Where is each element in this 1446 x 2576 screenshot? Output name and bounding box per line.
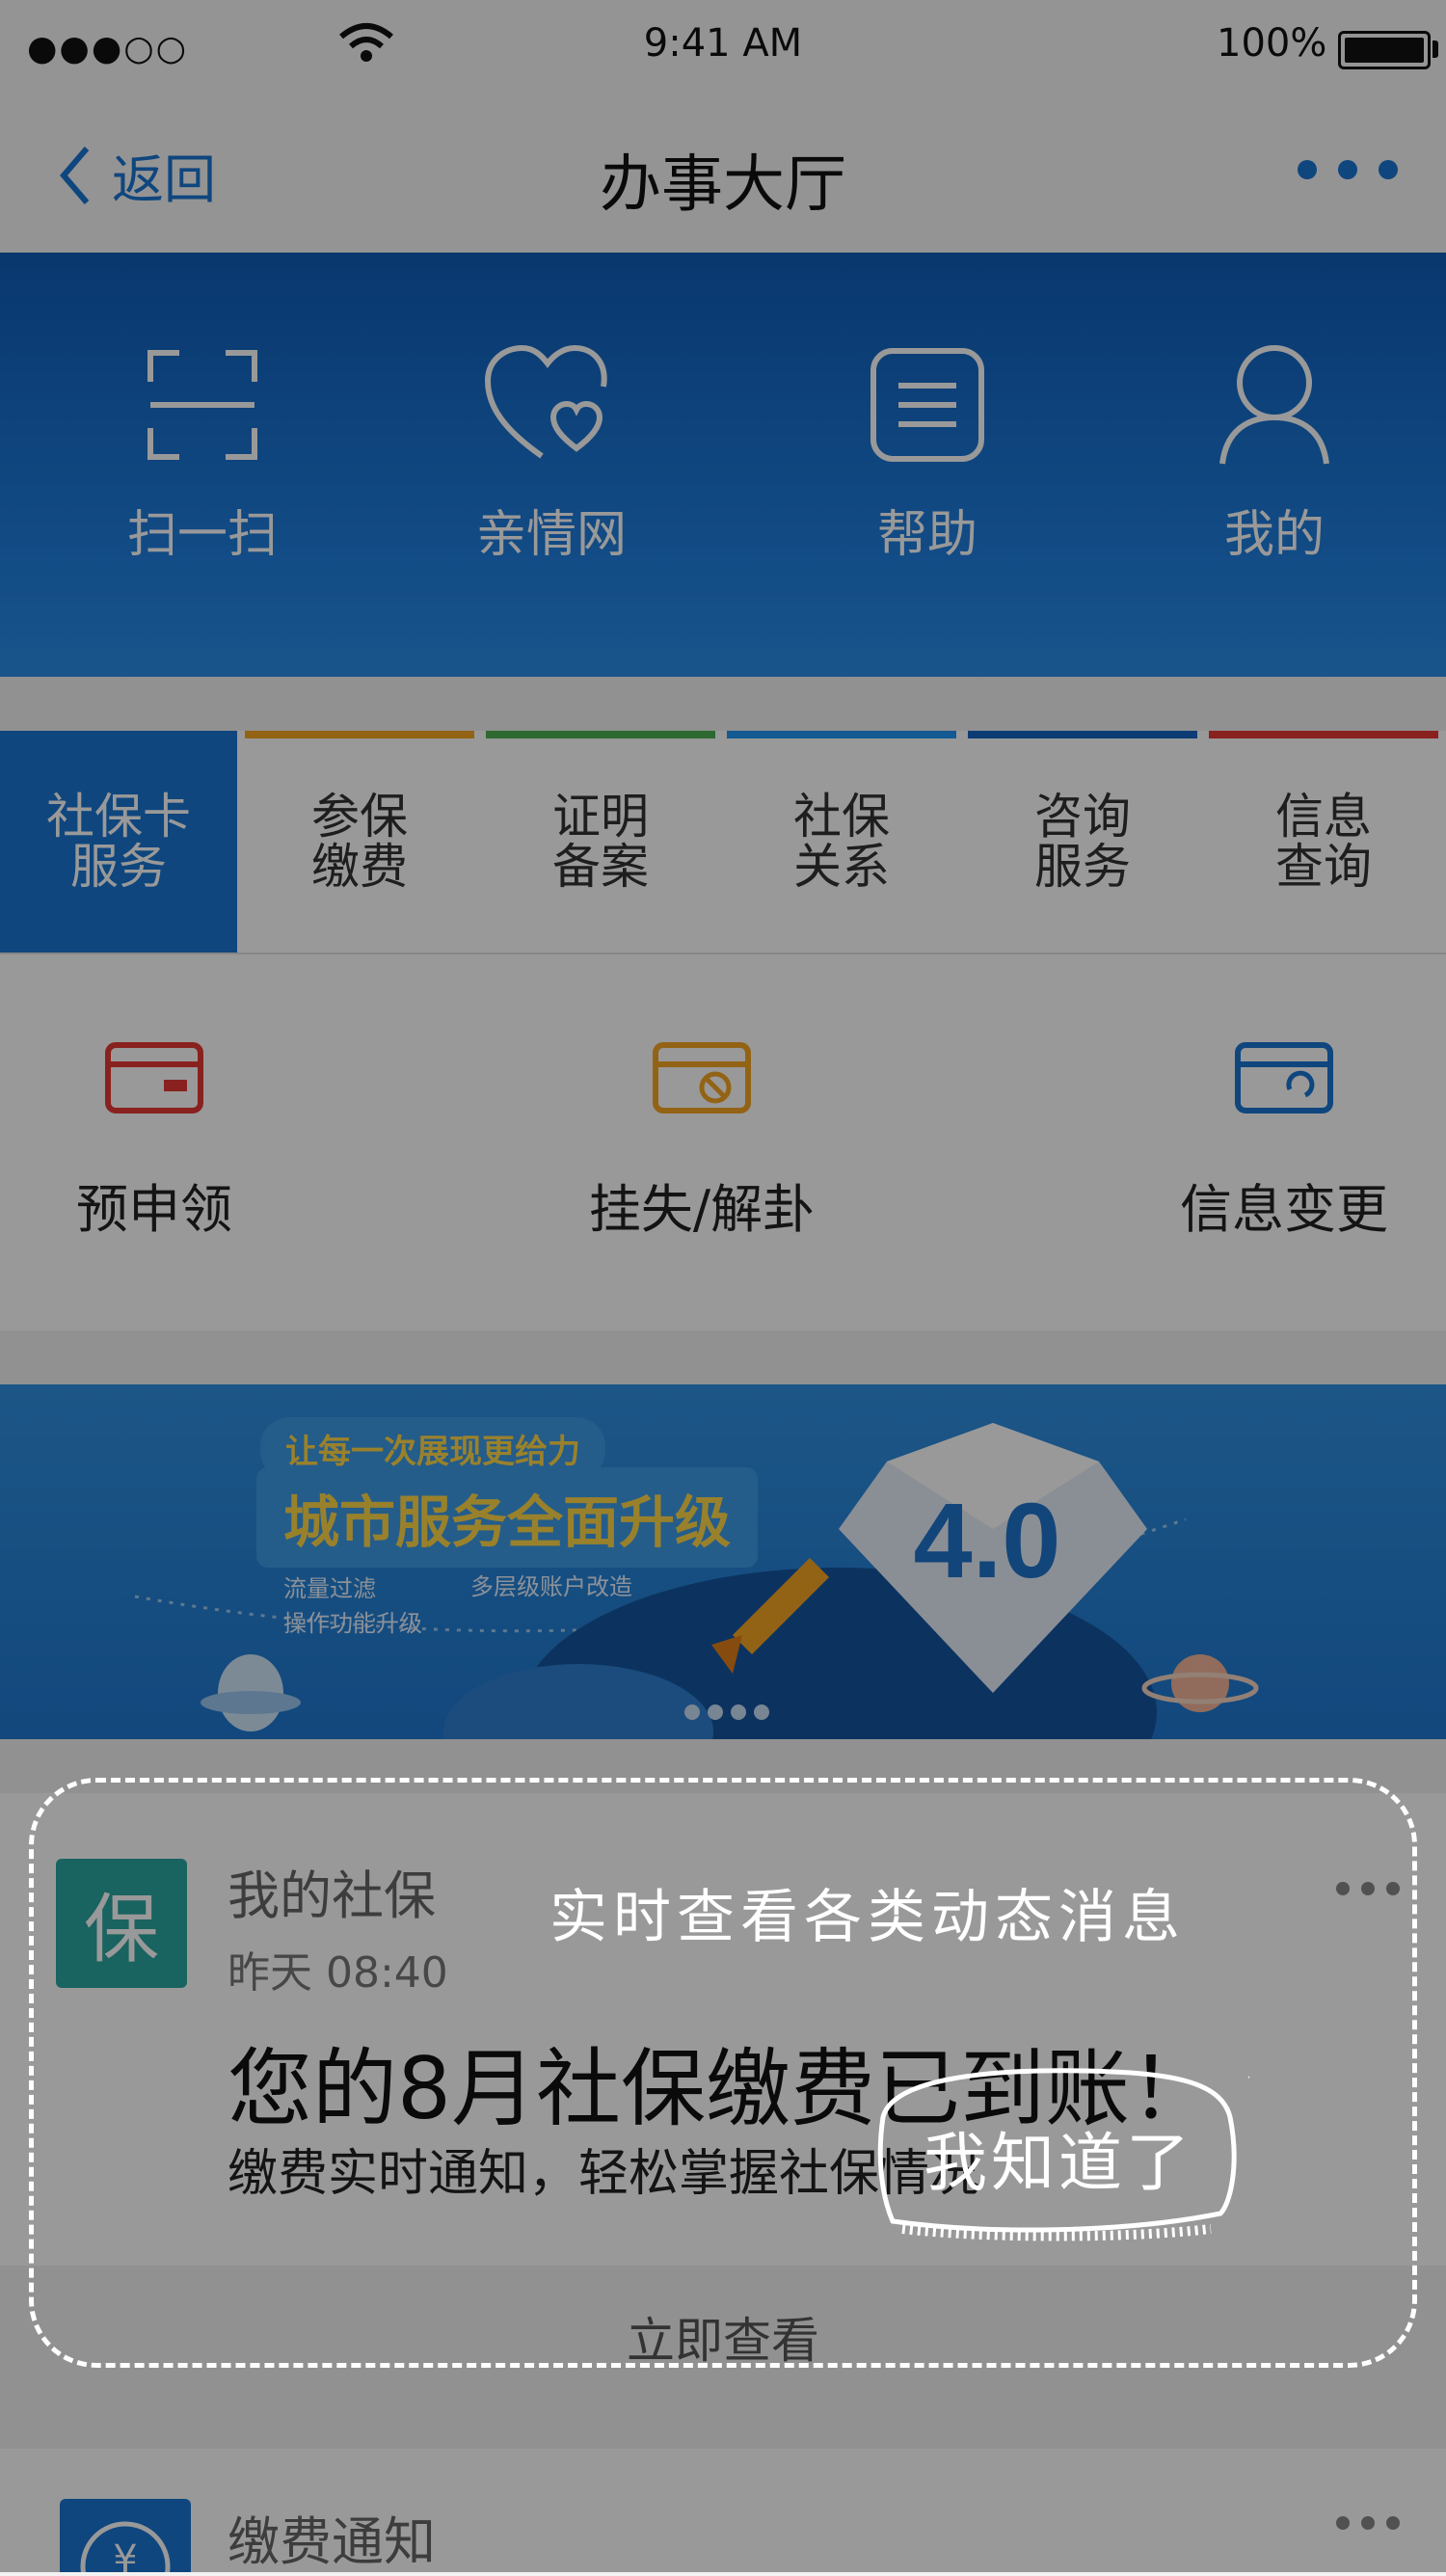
guide-tip: 实时查看各类动态消息 [549, 1884, 1186, 1951]
got-it-label: 我知道了 [924, 2126, 1193, 2200]
